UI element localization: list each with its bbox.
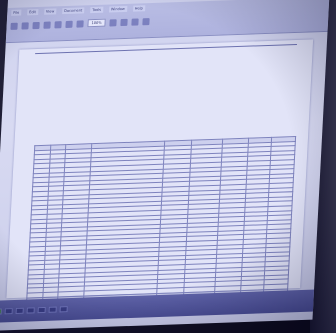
help-icon[interactable] [142, 17, 150, 25]
select-tool-icon[interactable] [65, 20, 73, 28]
zoom-level-field[interactable]: 100% [87, 18, 106, 28]
save-icon[interactable] [21, 21, 29, 30]
menu-help[interactable]: Help [132, 5, 145, 12]
start-button[interactable] [0, 308, 2, 315]
menu-document[interactable]: Document [62, 7, 85, 15]
taskbar-button[interactable] [15, 307, 24, 314]
taskbar-button[interactable] [37, 306, 46, 314]
print-icon[interactable] [32, 21, 40, 29]
taskbar-button[interactable] [48, 306, 57, 313]
fit-page-icon[interactable] [120, 18, 128, 26]
document-page [6, 39, 314, 317]
search-icon[interactable] [43, 21, 51, 29]
app-toolbar: File Edit View Document Tools Window Hel… [5, 0, 330, 44]
menu-view[interactable]: View [43, 8, 57, 15]
monitor-screen: File Edit View Document Tools Window Hel… [0, 0, 330, 331]
header-rule [35, 43, 297, 55]
menu-tools[interactable]: Tools [90, 6, 104, 14]
table-body [25, 141, 296, 317]
tool-row: 100% [10, 17, 150, 30]
menu-edit[interactable]: Edit [27, 8, 39, 16]
items-table [25, 136, 296, 317]
hand-tool-icon[interactable] [54, 20, 62, 28]
zoom-out-icon[interactable] [109, 18, 117, 26]
open-icon[interactable] [10, 22, 18, 30]
menu-file[interactable]: File [11, 9, 22, 16]
taskbar-button[interactable] [4, 308, 13, 315]
rotate-icon[interactable] [131, 17, 139, 26]
menu-window[interactable]: Window [108, 5, 127, 13]
zoom-in-icon[interactable] [76, 19, 84, 28]
taskbar-button[interactable] [59, 306, 68, 313]
menu-bar: File Edit View Document Tools Window Hel… [11, 5, 145, 16]
taskbar-button[interactable] [26, 307, 35, 314]
